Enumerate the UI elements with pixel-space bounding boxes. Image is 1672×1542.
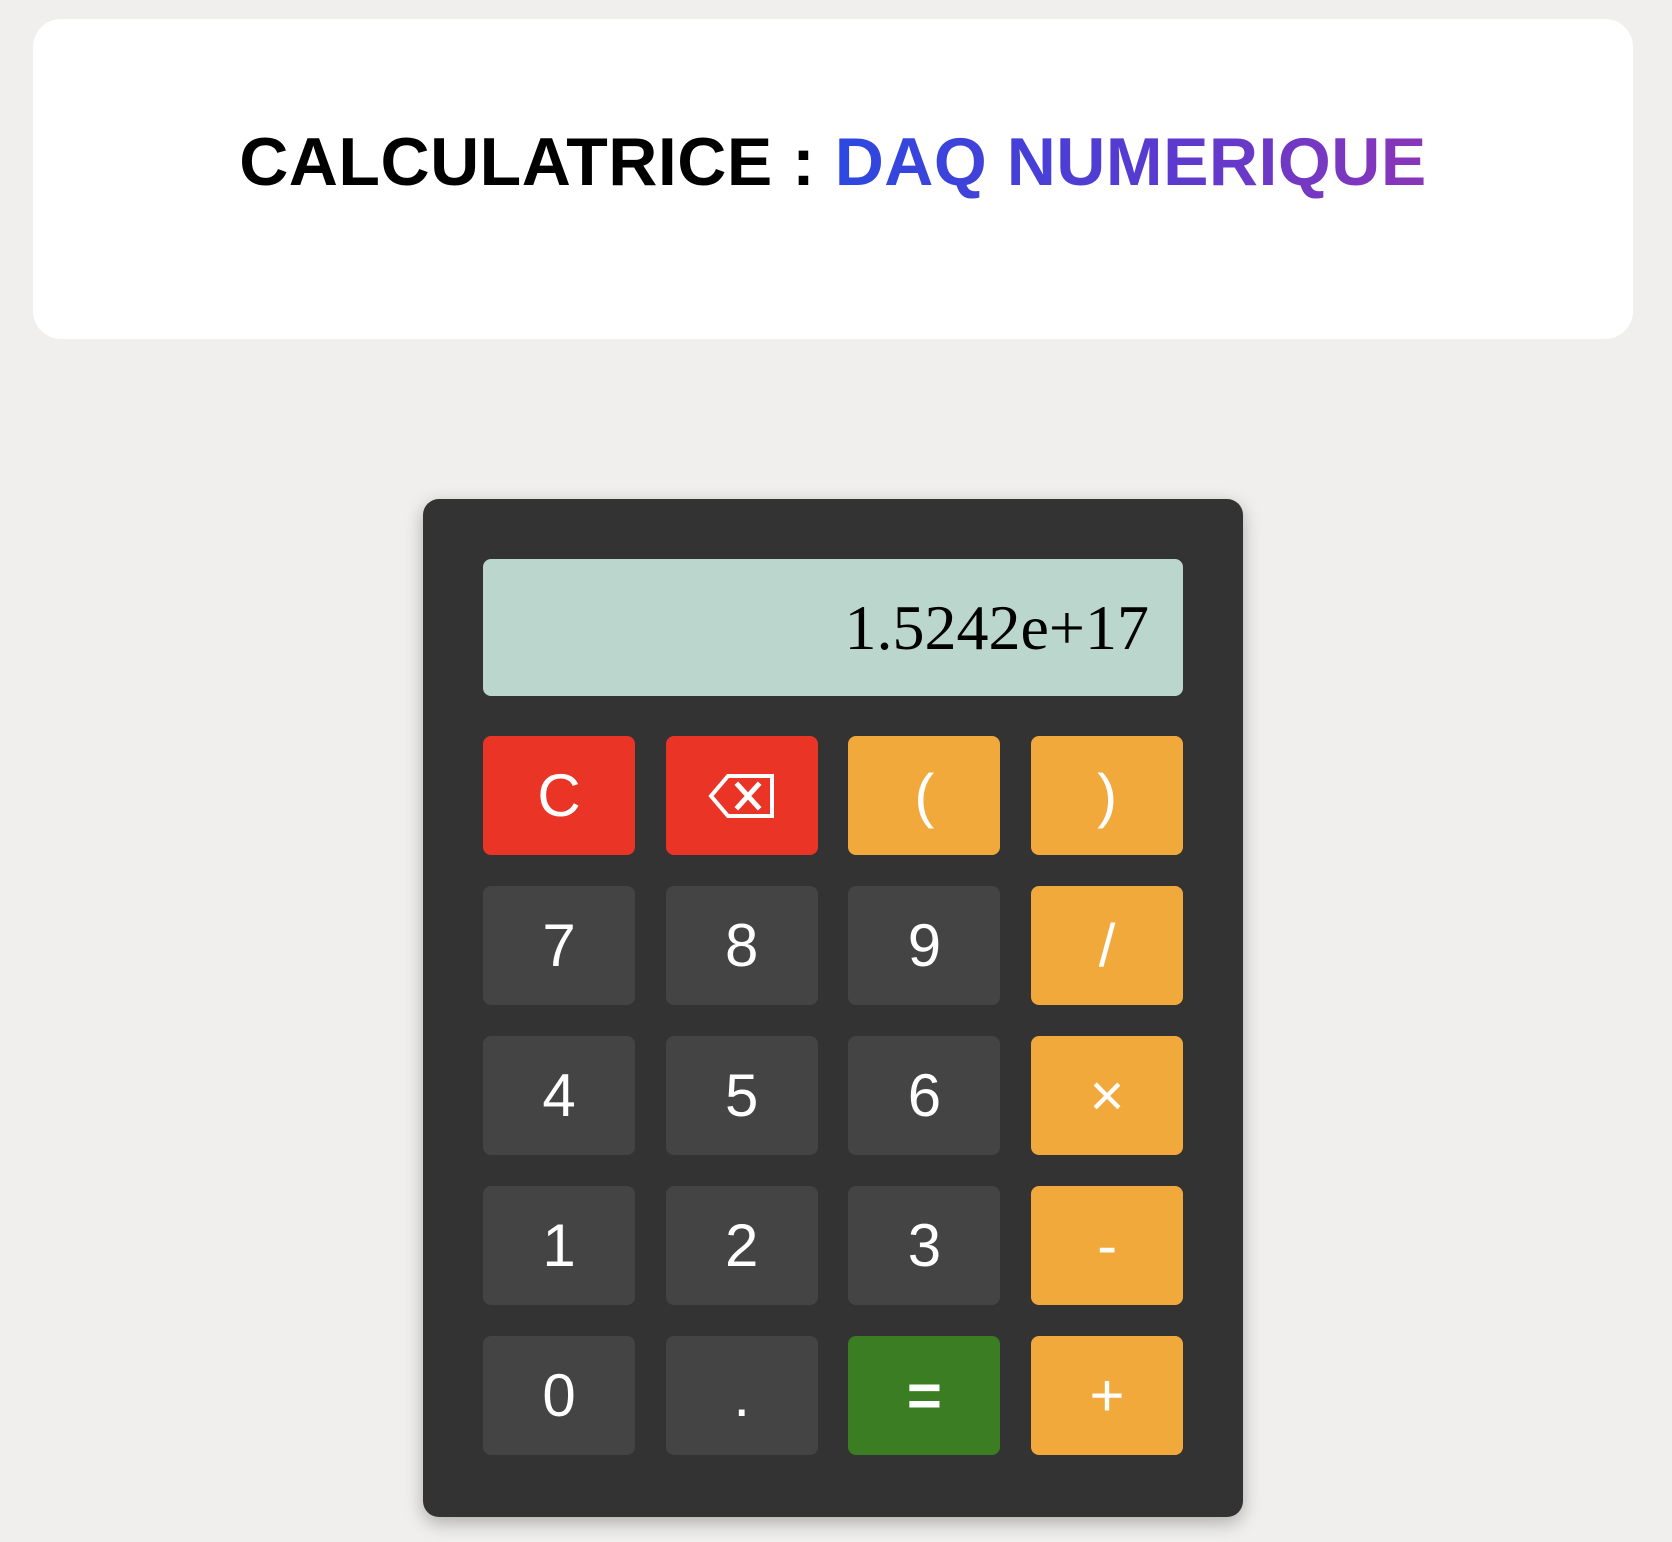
digit-4-button[interactable]: 4 bbox=[483, 1036, 635, 1155]
key-label: × bbox=[1089, 1062, 1125, 1129]
key-label: 1 bbox=[542, 1212, 576, 1279]
calculator: 1.5242e+17 C () 7 8 9 / 4 5 6 × 1 2 3 - 0. = + bbox=[423, 499, 1243, 1517]
key-label: 2 bbox=[725, 1212, 759, 1279]
keypad: C () 7 8 9 / 4 5 6 × 1 2 3 - 0. = + bbox=[483, 736, 1184, 1455]
key-label: / bbox=[1098, 912, 1116, 979]
digit-9-button[interactable]: 9 bbox=[848, 886, 1001, 1005]
key-label: 8 bbox=[725, 912, 759, 979]
key-label: 3 bbox=[907, 1212, 942, 1279]
digit-5-button[interactable]: 5 bbox=[665, 1036, 818, 1155]
multiply-button[interactable]: × bbox=[1031, 1036, 1184, 1155]
clear-button[interactable]: C bbox=[483, 736, 635, 855]
backspace-icon bbox=[708, 773, 776, 819]
page-title: CALCULATRICE : DAQ NUMERIQUE bbox=[239, 123, 1427, 201]
key-label: 9 bbox=[907, 912, 942, 979]
calculator-display: 1.5242e+17 bbox=[483, 559, 1183, 696]
decimal-point-button[interactable]: . bbox=[665, 1336, 818, 1455]
key-label: . bbox=[733, 1362, 751, 1429]
digit-8-button[interactable]: 8 bbox=[665, 886, 818, 1005]
digit-7-button[interactable]: 7 bbox=[483, 886, 635, 1005]
digit-3-button[interactable]: 3 bbox=[848, 1186, 1001, 1305]
page-title-accent: DAQ NUMERIQUE bbox=[834, 124, 1427, 200]
key-label: ) bbox=[1097, 762, 1118, 829]
key-label: 0 bbox=[542, 1362, 576, 1429]
digit-6-button[interactable]: 6 bbox=[848, 1036, 1001, 1155]
key-label: 5 bbox=[725, 1062, 759, 1129]
digit-2-button[interactable]: 2 bbox=[665, 1186, 818, 1305]
close-paren-button[interactable]: ) bbox=[1031, 736, 1184, 855]
digit-1-button[interactable]: 1 bbox=[483, 1186, 635, 1305]
key-label: 6 bbox=[907, 1062, 942, 1129]
key-label: = bbox=[906, 1362, 942, 1429]
add-button[interactable]: + bbox=[1031, 1336, 1184, 1455]
key-label: 4 bbox=[542, 1062, 576, 1129]
subtract-button[interactable]: - bbox=[1031, 1186, 1184, 1305]
key-label: - bbox=[1097, 1212, 1118, 1279]
key-label: ( bbox=[914, 762, 935, 829]
key-label: 7 bbox=[542, 912, 576, 979]
digit-0-button[interactable]: 0 bbox=[483, 1336, 635, 1455]
key-label: + bbox=[1089, 1362, 1125, 1429]
equals-button[interactable]: = bbox=[848, 1336, 1001, 1455]
page-title-prefix: CALCULATRICE : bbox=[239, 124, 835, 200]
divide-button[interactable]: / bbox=[1031, 886, 1184, 1005]
backspace-button[interactable] bbox=[665, 736, 818, 855]
header-card: CALCULATRICE : DAQ NUMERIQUE bbox=[33, 19, 1633, 339]
key-label: C bbox=[537, 762, 581, 829]
open-paren-button[interactable]: ( bbox=[848, 736, 1001, 855]
